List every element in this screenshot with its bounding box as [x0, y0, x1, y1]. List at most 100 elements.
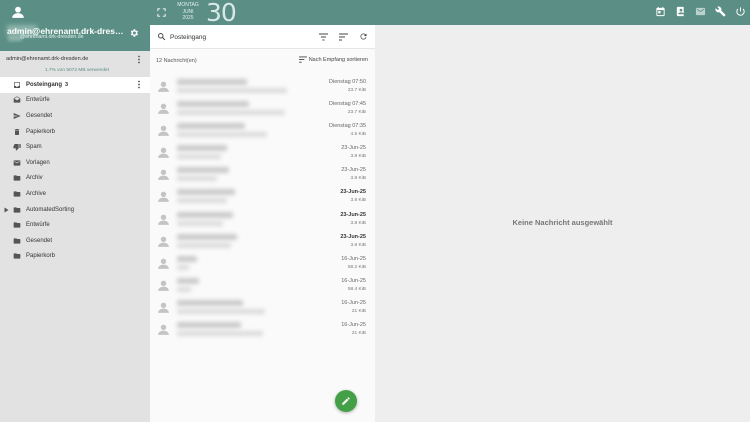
message-row[interactable]: Dienstag 07:35 4.5 KiB	[150, 120, 375, 142]
message-size: 3.8 KiB	[350, 176, 366, 182]
more-vert-icon[interactable]	[135, 80, 143, 89]
message-row[interactable]: 23-Jun-25 3.8 KiB	[150, 209, 375, 231]
redacted-sender	[177, 277, 199, 284]
redacted-subject	[177, 308, 265, 314]
folder-label: AutomatedSorting	[26, 206, 75, 213]
message-date: Dienstag 07:35	[327, 123, 366, 130]
message-row[interactable]: 23-Jun-25 3.8 KiB	[150, 186, 375, 208]
sidebar: admin@ehrenamt.drk-dresden.de @ehrenamt.…	[0, 0, 150, 422]
avatar-icon	[158, 147, 169, 159]
folder-drafts[interactable]: Entwürfe	[0, 93, 150, 109]
inbox-icon	[14, 81, 20, 88]
message-date: 16-Jun-25	[341, 255, 366, 262]
redacted-sender	[177, 255, 197, 262]
redacted-sender	[177, 101, 249, 108]
message-row[interactable]: 16-Jun-25 58.4 KiB	[150, 275, 375, 297]
user-icon[interactable]	[11, 5, 25, 19]
message-count: 12 Nachricht(en)	[156, 58, 197, 64]
redacted-subject	[177, 132, 267, 138]
sort-selector[interactable]: Nach Empfang sortieren	[298, 56, 368, 63]
fullscreen-icon[interactable]	[156, 7, 167, 18]
message-row[interactable]: 23-Jun-25 3.8 KiB	[150, 142, 375, 164]
redacted-subject	[177, 88, 287, 93]
date-day: 30	[206, 0, 237, 27]
pencil-icon	[342, 397, 350, 405]
date-block: MONTAG JUNI 2025	[177, 2, 199, 22]
message-list-panel: 12 Nachricht(en) Nach Empfang sortieren …	[150, 25, 375, 422]
redacted-subject	[177, 331, 263, 337]
message-date: 16-Jun-25	[341, 299, 366, 306]
redacted-subject	[177, 286, 191, 292]
more-vert-icon[interactable]	[135, 55, 143, 64]
message-row[interactable]: 16-Jun-25 21 KiB	[150, 319, 375, 341]
avatar-icon	[158, 81, 169, 92]
folder-trash-2[interactable]: Papierkorb	[0, 249, 150, 265]
folder-archive[interactable]: Archive	[0, 186, 150, 202]
message-row[interactable]: Dienstag 07:50 23.7 KiB	[150, 76, 375, 98]
message-size: 21 KiB	[351, 331, 366, 337]
search-input[interactable]	[170, 31, 300, 43]
search-bar	[150, 25, 375, 49]
message-date: 16-Jun-25	[341, 277, 366, 284]
folder-sent[interactable]: Gesendet	[0, 108, 150, 124]
message-row[interactable]: 16-Jun-25 21 KiB	[150, 297, 375, 319]
refresh-icon[interactable]	[359, 32, 368, 41]
search-icon[interactable]	[157, 32, 166, 41]
folder-archiv[interactable]: Archiv	[0, 171, 150, 187]
redacted-sender	[177, 233, 237, 240]
folder-trash[interactable]: Papierkorb	[0, 124, 150, 140]
message-row[interactable]: 16-Jun-25 58.2 KiB	[150, 253, 375, 275]
calendar-icon[interactable]	[655, 6, 666, 17]
power-icon[interactable]	[735, 6, 746, 17]
folder-label: Spam	[26, 144, 42, 151]
top-icons	[655, 6, 746, 17]
folder-automatedsorting[interactable]: AutomatedSorting	[0, 202, 150, 218]
folder-icon	[13, 206, 21, 213]
redacted-sender	[177, 123, 245, 130]
folder-label: Papierkorb	[26, 253, 56, 260]
redacted-subject	[177, 242, 231, 248]
message-row[interactable]: 23-Jun-25 3.8 KiB	[150, 231, 375, 253]
sort-icon[interactable]	[339, 33, 348, 41]
reading-pane: Keine Nachricht ausgewählt	[375, 25, 750, 422]
sort-label: Nach Empfang sortieren	[308, 56, 368, 63]
message-date: Dienstag 07:45	[327, 101, 366, 108]
folder-drafts-2[interactable]: Entwürfe	[0, 217, 150, 233]
message-size: 23.7 KiB	[347, 88, 366, 93]
message-size: 58.4 KiB	[347, 286, 366, 292]
message-size: 3.8 KiB	[350, 242, 366, 248]
gear-icon[interactable]	[129, 28, 139, 38]
message-row[interactable]: 23-Jun-25 3.8 KiB	[150, 164, 375, 186]
avatar-icon	[158, 170, 169, 181]
caret-right-icon[interactable]	[4, 207, 9, 213]
compose-button[interactable]	[335, 390, 357, 412]
redacted-sender	[177, 299, 243, 306]
wrench-icon[interactable]	[715, 6, 726, 17]
message-row[interactable]: Dienstag 07:45 23.7 KiB	[150, 98, 375, 120]
avatar-icon	[158, 280, 169, 291]
filter-icon[interactable]	[319, 33, 328, 41]
redacted-sender	[177, 211, 233, 218]
folder-list: Posteingang 3 Entwürfe Gesendet Papierko…	[0, 77, 150, 264]
folder-inbox[interactable]: Posteingang 3	[0, 77, 150, 93]
message-size: 3.8 KiB	[350, 198, 366, 204]
quota-text: 1.7% von 5072 MB verwendet	[45, 68, 109, 73]
message-size: 3.8 KiB	[350, 220, 366, 226]
redacted-sender	[177, 167, 229, 174]
avatar-icon	[158, 302, 169, 313]
folder-label: Vorlagen	[26, 159, 50, 166]
message-date: 16-Jun-25	[341, 322, 366, 329]
folder-label: Gesendet	[26, 112, 53, 119]
contacts-icon[interactable]	[675, 6, 686, 17]
folder-templates[interactable]: Vorlagen	[0, 155, 150, 171]
redacted-subject	[177, 264, 189, 270]
redacted-sender	[177, 189, 235, 196]
redacted-subject	[177, 110, 285, 116]
redacted-sender	[177, 145, 227, 152]
account-address: admin@ehrenamt.drk-dresden.de	[6, 56, 89, 62]
mail-icon[interactable]	[695, 6, 706, 17]
folder-sent-2[interactable]: Gesendet	[0, 233, 150, 249]
avatar-icon	[158, 192, 169, 203]
folder-spam[interactable]: Spam	[0, 139, 150, 155]
date-weekday: MONTAG	[177, 2, 199, 8]
